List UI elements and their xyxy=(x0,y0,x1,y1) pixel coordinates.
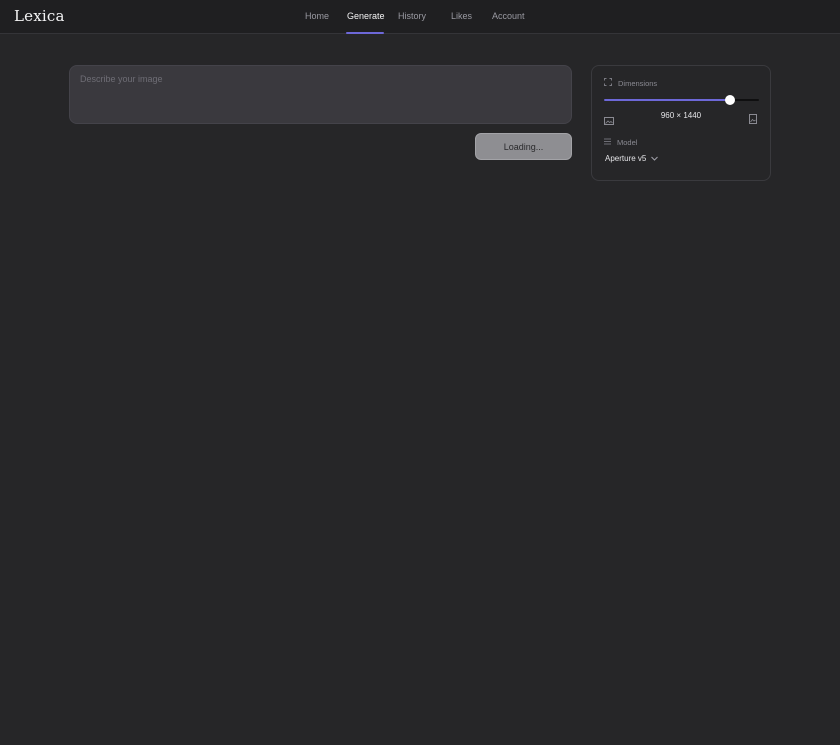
top-navbar: Lexica Home Generate History Likes Accou… xyxy=(0,0,840,34)
nav-account[interactable]: Account xyxy=(492,11,525,21)
active-tab-indicator xyxy=(346,32,384,34)
nav-home[interactable]: Home xyxy=(305,11,329,21)
list-icon xyxy=(604,138,611,147)
nav-generate[interactable]: Generate xyxy=(347,11,385,21)
portrait-image-icon[interactable] xyxy=(749,111,757,129)
prompt-input[interactable] xyxy=(80,74,561,115)
model-header: Model xyxy=(604,138,637,147)
nav-likes[interactable]: Likes xyxy=(451,11,472,21)
lexica-logo[interactable]: Lexica xyxy=(14,7,65,25)
generate-button[interactable]: Loading... xyxy=(475,133,572,160)
expand-icon xyxy=(604,78,612,88)
dimensions-label: Dimensions xyxy=(618,78,658,88)
model-value: Aperture v5 xyxy=(605,154,647,163)
model-label: Model xyxy=(617,138,638,147)
slider-fill xyxy=(604,99,730,101)
settings-panel: Dimensions 960 × 1440 Model Aperture v5 xyxy=(591,65,771,181)
dimensions-header: Dimensions xyxy=(604,78,657,88)
model-select[interactable]: Aperture v5 xyxy=(605,154,659,163)
slider-thumb[interactable] xyxy=(724,95,735,105)
dimensions-value: 960 × 1440 xyxy=(660,111,702,120)
nav-history[interactable]: History xyxy=(398,11,426,21)
prompt-container xyxy=(69,65,572,124)
chevron-down-icon xyxy=(651,154,659,163)
dimensions-slider[interactable] xyxy=(604,95,759,105)
